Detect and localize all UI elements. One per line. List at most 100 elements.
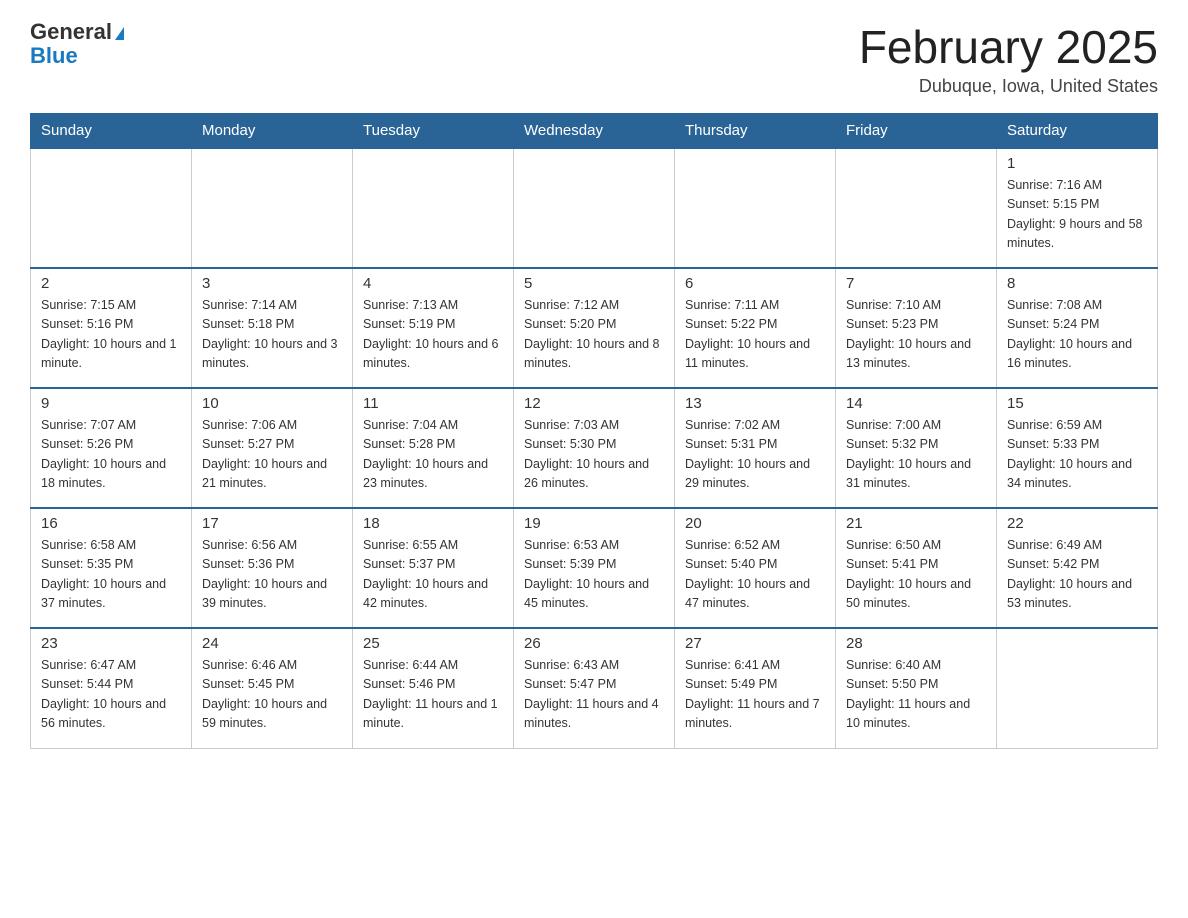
calendar-week-row: 9Sunrise: 7:07 AMSunset: 5:26 PMDaylight… [31, 388, 1158, 508]
weekday-header-monday: Monday [192, 114, 353, 149]
day-info: Sunrise: 6:41 AMSunset: 5:49 PMDaylight:… [685, 656, 825, 734]
logo: General Blue [30, 20, 124, 68]
page-header: General Blue February 2025 Dubuque, Iowa… [30, 20, 1158, 97]
day-number: 18 [363, 515, 503, 532]
day-info: Sunrise: 6:58 AMSunset: 5:35 PMDaylight:… [41, 536, 181, 614]
day-info: Sunrise: 7:13 AMSunset: 5:19 PMDaylight:… [363, 296, 503, 374]
calendar-day-6: 6 Sunrise: 7:11 AMSunset: 5:22 PMDaylight… [675, 268, 836, 388]
calendar-empty-cell [997, 628, 1158, 748]
calendar-day-3: 3 Sunrise: 7:14 AMSunset: 5:18 PMDaylight… [192, 268, 353, 388]
month-title: February 2025 [859, 20, 1158, 74]
title-area: February 2025 Dubuque, Iowa, United Stat… [859, 20, 1158, 97]
calendar-day-26: 26 Sunrise: 6:43 AMSunset: 5:47 PMDayligh… [514, 628, 675, 748]
calendar-empty-cell [514, 148, 675, 268]
day-number: 13 [685, 395, 825, 412]
calendar-week-row: 16 Sunrise: 6:58 AMSunset: 5:35 PMDayligh… [31, 508, 1158, 628]
day-info: Sunrise: 7:11 AMSunset: 5:22 PMDaylight:… [685, 296, 825, 374]
weekday-header-sunday: Sunday [31, 114, 192, 149]
calendar-empty-cell [31, 148, 192, 268]
calendar-day-28: 28 Sunrise: 6:40 AMSunset: 5:50 PMDayligh… [836, 628, 997, 748]
day-number: 20 [685, 515, 825, 532]
calendar-empty-cell [192, 148, 353, 268]
day-info: Sunrise: 7:00 AMSunset: 5:32 PMDaylight:… [846, 416, 986, 494]
day-info: Sunrise: 6:55 AMSunset: 5:37 PMDaylight:… [363, 536, 503, 614]
day-info: Sunrise: 7:06 AMSunset: 5:27 PMDaylight:… [202, 416, 342, 494]
day-info: Sunrise: 6:44 AMSunset: 5:46 PMDaylight:… [363, 656, 503, 734]
day-info: Sunrise: 6:56 AMSunset: 5:36 PMDaylight:… [202, 536, 342, 614]
day-number: 10 [202, 395, 342, 412]
calendar-week-row: 2 Sunrise: 7:15 AMSunset: 5:16 PMDaylight… [31, 268, 1158, 388]
calendar-day-17: 17 Sunrise: 6:56 AMSunset: 5:36 PMDayligh… [192, 508, 353, 628]
day-number: 24 [202, 635, 342, 652]
day-number: 15 [1007, 395, 1147, 412]
day-info: Sunrise: 7:08 AMSunset: 5:24 PMDaylight:… [1007, 296, 1147, 374]
day-info: Sunrise: 7:14 AMSunset: 5:18 PMDaylight:… [202, 296, 342, 374]
calendar-day-14: 14Sunrise: 7:00 AMSunset: 5:32 PMDayligh… [836, 388, 997, 508]
logo-general-text: General [30, 19, 112, 44]
day-number: 22 [1007, 515, 1147, 532]
calendar-day-23: 23 Sunrise: 6:47 AMSunset: 5:44 PMDayligh… [31, 628, 192, 748]
location-text: Dubuque, Iowa, United States [859, 76, 1158, 97]
calendar-day-15: 15 Sunrise: 6:59 AMSunset: 5:33 PMDayligh… [997, 388, 1158, 508]
calendar-day-11: 11Sunrise: 7:04 AMSunset: 5:28 PMDayligh… [353, 388, 514, 508]
calendar-day-9: 9Sunrise: 7:07 AMSunset: 5:26 PMDaylight… [31, 388, 192, 508]
calendar-table: SundayMondayTuesdayWednesdayThursdayFrid… [30, 113, 1158, 749]
day-number: 28 [846, 635, 986, 652]
calendar-day-12: 12 Sunrise: 7:03 AMSunset: 5:30 PMDayligh… [514, 388, 675, 508]
weekday-header-row: SundayMondayTuesdayWednesdayThursdayFrid… [31, 114, 1158, 149]
day-info: Sunrise: 6:43 AMSunset: 5:47 PMDaylight:… [524, 656, 664, 734]
calendar-day-20: 20Sunrise: 6:52 AMSunset: 5:40 PMDayligh… [675, 508, 836, 628]
weekday-header-friday: Friday [836, 114, 997, 149]
day-number: 25 [363, 635, 503, 652]
day-number: 23 [41, 635, 181, 652]
weekday-header-wednesday: Wednesday [514, 114, 675, 149]
day-info: Sunrise: 6:50 AMSunset: 5:41 PMDaylight:… [846, 536, 986, 614]
logo-arrow-icon [115, 27, 124, 40]
day-number: 6 [685, 275, 825, 292]
calendar-day-24: 24 Sunrise: 6:46 AMSunset: 5:45 PMDayligh… [192, 628, 353, 748]
calendar-day-27: 27 Sunrise: 6:41 AMSunset: 5:49 PMDayligh… [675, 628, 836, 748]
day-number: 16 [41, 515, 181, 532]
day-info: Sunrise: 7:04 AMSunset: 5:28 PMDaylight:… [363, 416, 503, 494]
day-info: Sunrise: 6:47 AMSunset: 5:44 PMDaylight:… [41, 656, 181, 734]
logo-blue-text: Blue [30, 43, 78, 68]
day-number: 5 [524, 275, 664, 292]
day-number: 3 [202, 275, 342, 292]
calendar-day-1: 1 Sunrise: 7:16 AMSunset: 5:15 PMDaylight… [997, 148, 1158, 268]
day-number: 26 [524, 635, 664, 652]
calendar-day-19: 19Sunrise: 6:53 AMSunset: 5:39 PMDayligh… [514, 508, 675, 628]
calendar-day-18: 18 Sunrise: 6:55 AMSunset: 5:37 PMDayligh… [353, 508, 514, 628]
day-info: Sunrise: 7:16 AMSunset: 5:15 PMDaylight:… [1007, 176, 1147, 254]
calendar-empty-cell [353, 148, 514, 268]
day-number: 7 [846, 275, 986, 292]
calendar-day-10: 10 Sunrise: 7:06 AMSunset: 5:27 PMDayligh… [192, 388, 353, 508]
day-number: 19 [524, 515, 664, 532]
calendar-day-16: 16 Sunrise: 6:58 AMSunset: 5:35 PMDayligh… [31, 508, 192, 628]
day-info: Sunrise: 7:03 AMSunset: 5:30 PMDaylight:… [524, 416, 664, 494]
day-number: 2 [41, 275, 181, 292]
day-info: Sunrise: 6:46 AMSunset: 5:45 PMDaylight:… [202, 656, 342, 734]
day-number: 8 [1007, 275, 1147, 292]
day-info: Sunrise: 7:15 AMSunset: 5:16 PMDaylight:… [41, 296, 181, 374]
day-number: 1 [1007, 155, 1147, 172]
day-number: 12 [524, 395, 664, 412]
calendar-day-5: 5Sunrise: 7:12 AMSunset: 5:20 PMDaylight… [514, 268, 675, 388]
calendar-day-22: 22 Sunrise: 6:49 AMSunset: 5:42 PMDayligh… [997, 508, 1158, 628]
day-info: Sunrise: 6:40 AMSunset: 5:50 PMDaylight:… [846, 656, 986, 734]
day-number: 21 [846, 515, 986, 532]
day-number: 4 [363, 275, 503, 292]
day-number: 27 [685, 635, 825, 652]
weekday-header-saturday: Saturday [997, 114, 1158, 149]
calendar-day-21: 21 Sunrise: 6:50 AMSunset: 5:41 PMDayligh… [836, 508, 997, 628]
calendar-week-row: 1 Sunrise: 7:16 AMSunset: 5:15 PMDaylight… [31, 148, 1158, 268]
calendar-empty-cell [836, 148, 997, 268]
calendar-day-2: 2 Sunrise: 7:15 AMSunset: 5:16 PMDaylight… [31, 268, 192, 388]
calendar-day-7: 7Sunrise: 7:10 AMSunset: 5:23 PMDaylight… [836, 268, 997, 388]
weekday-header-thursday: Thursday [675, 114, 836, 149]
calendar-day-4: 4 Sunrise: 7:13 AMSunset: 5:19 PMDaylight… [353, 268, 514, 388]
day-info: Sunrise: 6:49 AMSunset: 5:42 PMDaylight:… [1007, 536, 1147, 614]
day-info: Sunrise: 6:59 AMSunset: 5:33 PMDaylight:… [1007, 416, 1147, 494]
day-number: 9 [41, 395, 181, 412]
calendar-day-8: 8 Sunrise: 7:08 AMSunset: 5:24 PMDaylight… [997, 268, 1158, 388]
day-number: 17 [202, 515, 342, 532]
